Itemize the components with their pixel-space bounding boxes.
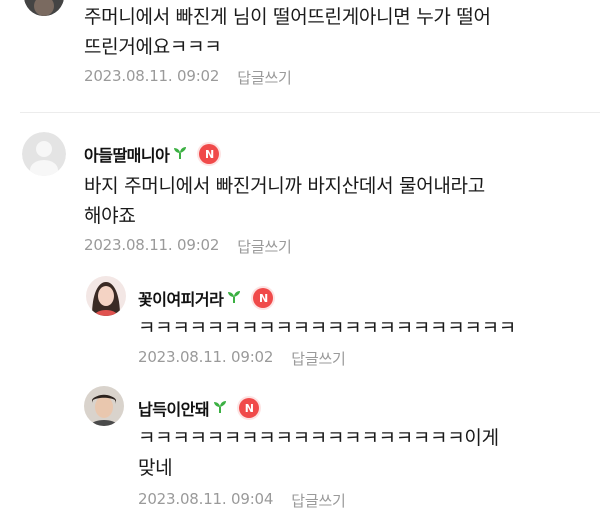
n-badge-icon: N [253, 288, 274, 308]
reply-timestamp: 2023.08.11. 09:04 [138, 490, 274, 508]
avatar-reply-2[interactable] [84, 386, 124, 426]
reply-button[interactable]: 답글쓰기 [237, 67, 292, 88]
comment-text: 바지 주머니에서 빠진거니까 바지산데서 물어내라고 해야죠 [84, 171, 594, 231]
author-nickname[interactable]: 아들딸매니아 [84, 142, 170, 166]
reply-meta: 2023.08.11. 09:04 답글쓰기 [138, 490, 346, 511]
reply-timestamp: 2023.08.11. 09:02 [138, 348, 274, 366]
comment-meta: 2023.08.11. 09:02 답글쓰기 [84, 236, 292, 257]
comment-text: 주머니에서 빠진게 님이 떨어뜨린게아니면 누가 떨어 뜨린거에요ㅋㅋㅋ [84, 2, 594, 62]
avatar-reply-1[interactable] [86, 276, 126, 316]
reply-text: ㅋㅋㅋㅋㅋㅋㅋㅋㅋㅋㅋㅋㅋㅋㅋㅋㅋㅋㅋㅋㅋㅋ [138, 313, 598, 343]
avatar-comment-1[interactable] [24, 0, 64, 16]
comment-timestamp: 2023.08.11. 09:02 [84, 67, 220, 85]
reply-text-line: ㅋㅋㅋㅋㅋㅋㅋㅋㅋㅋㅋㅋㅋㅋㅋㅋㅋㅋㅋㅋㅋㅋ [138, 317, 516, 339]
comment-text-line: 주머니에서 빠진게 님이 떨어뜨린게아니면 누가 떨어 [84, 6, 491, 28]
reply-text-line: ㅋㅋㅋㅋㅋㅋㅋㅋㅋㅋㅋㅋㅋㅋㅋㅋㅋㅋㅋ이게 [138, 427, 499, 449]
default-avatar-icon [22, 132, 66, 176]
comment-text-line: 해야죠 [84, 205, 136, 227]
reply-text: ㅋㅋㅋㅋㅋㅋㅋㅋㅋㅋㅋㅋㅋㅋㅋㅋㅋㅋㅋ이게 맞네 [138, 423, 598, 483]
reply-meta: 2023.08.11. 09:02 답글쓰기 [138, 348, 346, 369]
comment-divider [20, 112, 600, 113]
author-nickname[interactable]: 납득이안돼 [138, 396, 210, 420]
comment-timestamp: 2023.08.11. 09:02 [84, 236, 220, 254]
avatar-comment-2[interactable] [22, 132, 66, 176]
comment-text-line: 뜨린거에요ㅋㅋㅋ [84, 36, 222, 58]
comment-meta: 2023.08.11. 09:02 답글쓰기 [84, 67, 292, 88]
reply-button[interactable]: 답글쓰기 [291, 490, 346, 511]
avatar-image [84, 386, 124, 426]
reply-button[interactable]: 답글쓰기 [291, 348, 346, 369]
sprout-icon [227, 289, 241, 308]
author-nickname[interactable]: 꽃이여피거라 [138, 286, 224, 310]
sprout-icon [213, 399, 227, 418]
reply-author[interactable]: 꽃이여피거라 N [138, 286, 274, 310]
comment-author[interactable]: 아들딸매니아 N [84, 142, 220, 166]
comment-text-line: 바지 주머니에서 빠진거니까 바지산데서 물어내라고 [84, 175, 485, 197]
reply-button[interactable]: 답글쓰기 [237, 236, 292, 257]
sprout-icon [173, 145, 187, 164]
avatar-image [86, 276, 126, 316]
n-badge-icon: N [239, 398, 260, 418]
avatar-image [24, 0, 64, 16]
reply-text-line: 맞네 [138, 457, 173, 479]
reply-author[interactable]: 납득이안돼 N [138, 396, 260, 420]
n-badge-icon: N [199, 144, 220, 164]
